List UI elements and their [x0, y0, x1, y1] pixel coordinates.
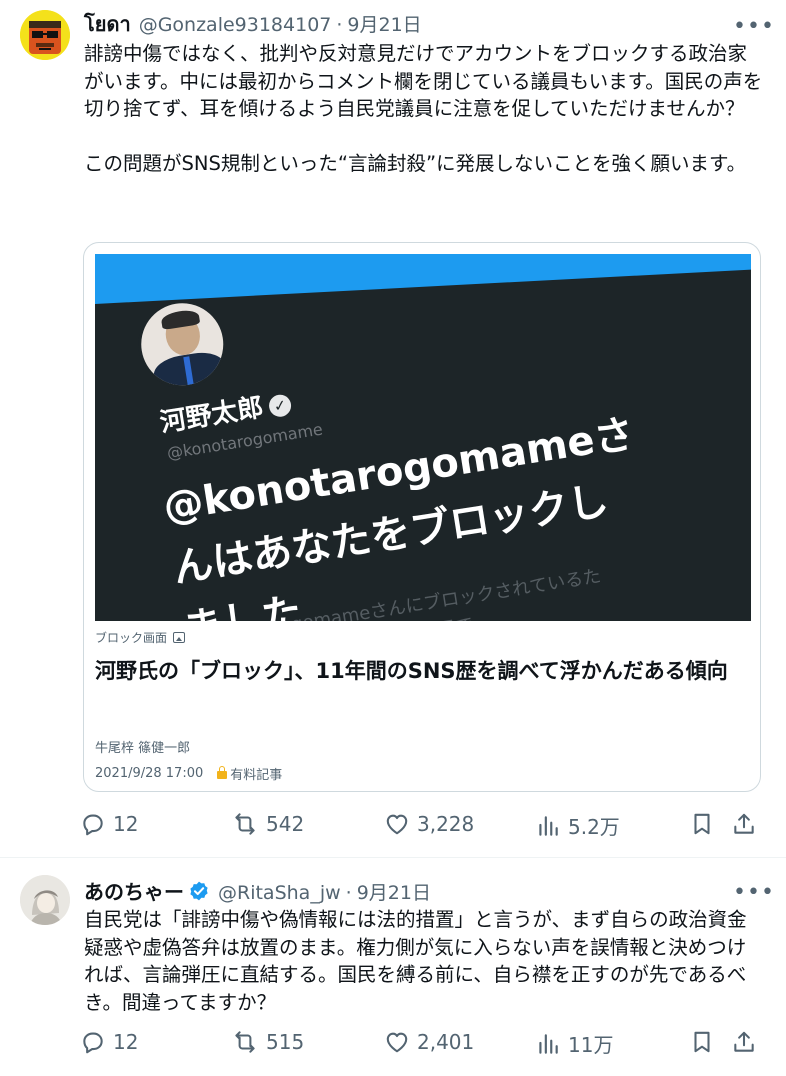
- reply-count: 12: [113, 1030, 139, 1054]
- share-icon: [734, 813, 754, 834]
- handle[interactable]: @Gonzale93184107: [139, 14, 332, 36]
- image-icon: [173, 632, 186, 643]
- paid-article-badge: 有料記事: [217, 764, 282, 783]
- repost-icon: [235, 1031, 255, 1053]
- link-card[interactable]: 河野太郎 ✓ @konotarogomame @konotarogomameさ ん…: [83, 242, 761, 792]
- tweet-text: 自民党は「誹謗中傷や偽情報には法的措置」と言うが、まず自らの政治資金疑惑や虚偽答…: [84, 908, 747, 1014]
- card-image[interactable]: 河野太郎 ✓ @konotarogomame @konotarogomameさ ん…: [95, 254, 751, 621]
- tweet-actions: 12 515 2,401 11万: [0, 1029, 786, 1059]
- display-name[interactable]: โยดา: [84, 8, 131, 40]
- more-options-button[interactable]: •••: [733, 882, 775, 904]
- cartoon-face-icon: [20, 10, 70, 60]
- reply-count: 12: [113, 812, 139, 836]
- like-count: 2,401: [417, 1030, 475, 1054]
- tweet-header: あのちゃー @RitaSha_jw · 9月21日: [84, 876, 431, 905]
- tweet-date[interactable]: 9月21日: [347, 10, 421, 37]
- like-button[interactable]: 3,228: [384, 811, 474, 837]
- image-source-label: ブロック画面: [95, 629, 186, 646]
- avatar[interactable]: [20, 875, 70, 925]
- tweet-header: โยดา @Gonzale93184107 · 9月21日: [84, 8, 422, 40]
- tweet-1[interactable]: โยดา @Gonzale93184107 · 9月21日 ••• 誹謗中傷では…: [0, 0, 786, 856]
- share-button[interactable]: [731, 1029, 764, 1055]
- blocked-screen: 河野太郎 ✓ @konotarogomame @konotarogomameさ ん…: [95, 254, 751, 621]
- reply-icon: [83, 814, 103, 836]
- like-button[interactable]: 2,401: [384, 1029, 474, 1055]
- repost-button[interactable]: 542: [231, 811, 304, 837]
- reply-button[interactable]: 12: [80, 1029, 138, 1055]
- tweet-actions: 12 542 3,228 5.2万: [0, 811, 786, 841]
- views-button[interactable]: 11万: [535, 1029, 613, 1058]
- bookmark-icon: [694, 1031, 710, 1053]
- card-meta: 2021/9/28 17:00 有料記事: [95, 764, 282, 783]
- reply-icon: [83, 1032, 103, 1054]
- analytics-icon: [539, 1033, 558, 1054]
- bookmark-icon: [694, 813, 710, 835]
- share-icon: [734, 1031, 754, 1052]
- views-count: 5.2万: [568, 815, 620, 839]
- views-button[interactable]: 5.2万: [535, 811, 620, 840]
- repost-count: 515: [266, 1030, 305, 1054]
- bookmark-button[interactable]: [689, 811, 722, 837]
- more-options-button[interactable]: •••: [733, 16, 775, 38]
- like-count: 3,228: [417, 812, 475, 836]
- display-name[interactable]: あのちゃー: [84, 876, 184, 905]
- repost-icon: [235, 813, 255, 835]
- profile-photo: [131, 293, 233, 395]
- anime-character-icon: [20, 875, 70, 925]
- verified-check-icon: ✓: [267, 392, 293, 418]
- reply-button[interactable]: 12: [80, 811, 138, 837]
- separator-dot: ·: [345, 882, 352, 904]
- verified-badge-icon: [190, 881, 208, 900]
- tweet-date[interactable]: 9月21日: [357, 878, 431, 905]
- card-title[interactable]: 河野氏の「ブロック」、11年間のSNS歴を調べて浮かんだある傾向: [95, 655, 751, 687]
- card-author: 牛尾梓 篠健一郎: [95, 741, 191, 756]
- heart-icon: [386, 814, 408, 835]
- separator-dot: ·: [336, 14, 343, 36]
- card-timestamp: 2021/9/28 17:00: [95, 766, 204, 781]
- heart-icon: [386, 1032, 408, 1053]
- analytics-icon: [539, 815, 558, 836]
- repost-button[interactable]: 515: [231, 1029, 304, 1055]
- avatar[interactable]: [20, 10, 70, 60]
- handle[interactable]: @RitaSha_jw: [218, 882, 341, 904]
- share-button[interactable]: [731, 811, 764, 837]
- lock-icon: [217, 766, 228, 779]
- tweet-text: 誹謗中傷ではなく、批判や反対意見だけでアカウントをブロックする政治家がいます。中…: [84, 42, 763, 175]
- repost-count: 542: [266, 812, 305, 836]
- views-count: 11万: [568, 1033, 614, 1057]
- tweet-2[interactable]: あのちゃー @RitaSha_jw · 9月21日 ••• 自民党は「誹謗中傷や…: [0, 858, 786, 1076]
- bookmark-button[interactable]: [689, 1029, 722, 1055]
